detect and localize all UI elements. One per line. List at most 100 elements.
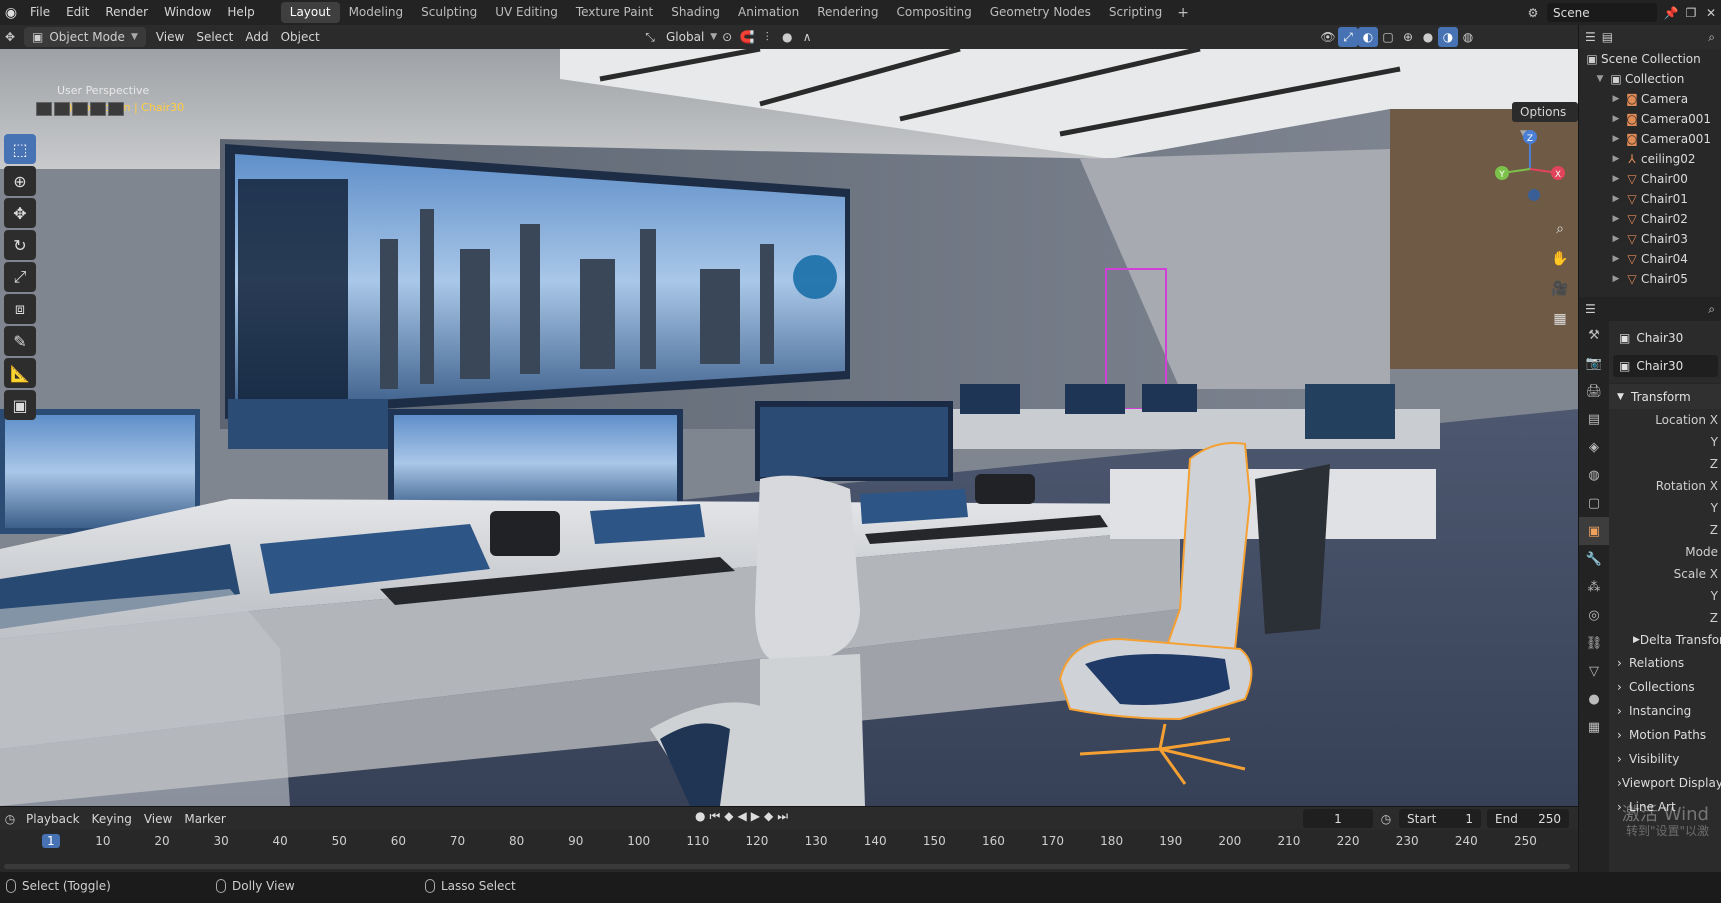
ortho-grid-icon[interactable]: ▦ [1548,307,1572,331]
clock-icon[interactable]: ◷ [1376,809,1396,829]
select-new-icon[interactable] [36,102,52,116]
record-icon[interactable]: ● [695,809,705,824]
scale-tool-icon[interactable]: ⤢ [4,262,36,292]
constraints-tab-icon[interactable]: ⛓ [1579,629,1609,657]
expand-icon[interactable]: ▶ [1609,134,1623,144]
outliner-item[interactable]: ▶ ◙ Camera001 [1579,109,1721,129]
tab-rendering[interactable]: Rendering [808,2,887,23]
start-frame-field[interactable]: Start 1 [1399,809,1481,828]
tab-shading[interactable]: Shading [662,2,729,23]
location-y-field[interactable]: Y [1609,431,1721,453]
add-workspace-icon[interactable]: + [1171,5,1195,21]
editor-type-icon[interactable]: ✥ [0,27,20,47]
physics-tab-icon[interactable]: ◎ [1579,601,1609,629]
pin-icon[interactable]: 📌 [1661,3,1681,23]
rotation-x-field[interactable]: Rotation X [1609,475,1721,497]
play-icon[interactable]: ▶ [751,809,760,824]
panel-motion-paths[interactable]: › Motion Paths [1609,723,1721,747]
timeline-menu-keying[interactable]: Keying [86,809,138,829]
outliner-item[interactable]: ▶ ▽ Chair01 [1579,189,1721,209]
tab-layout[interactable]: Layout [280,2,340,23]
blender-logo-icon[interactable]: ◉ [0,0,22,25]
material-tab-icon[interactable]: ● [1579,685,1609,713]
world-tab-icon[interactable]: ◍ [1579,461,1609,489]
collection-tab-icon[interactable]: ▢ [1579,489,1609,517]
tool-tab-icon[interactable]: ⚒ [1579,321,1609,349]
timeline-menu-playback[interactable]: Playback [20,809,86,829]
gizmo-toggle-icon[interactable]: ⤢ [1338,27,1358,47]
jump-end-icon[interactable]: ⏭ [777,809,788,824]
scale-x-field[interactable]: Scale X [1609,563,1721,585]
expand-icon[interactable]: ▶ [1609,234,1623,244]
measure-tool-icon[interactable]: 📐 [4,358,36,388]
outliner-item[interactable]: ▶ ▽ Chair02 [1579,209,1721,229]
outliner-item[interactable]: ▶ ▽ Chair04 [1579,249,1721,269]
display-mode-icon[interactable]: ▤ [1602,30,1613,44]
select-subtract-icon[interactable] [72,102,88,116]
timeline-ruler[interactable]: 1 10 20 30 40 50 60 70 80 90 100 110 120 130 140 150 160… [0,830,1578,872]
play-reverse-icon[interactable]: ◀ [738,809,747,824]
timeline-scrollbar[interactable] [4,864,1570,869]
tab-scripting[interactable]: Scripting [1100,2,1171,23]
object-name-field[interactable]: ▣ Chair30 [1613,355,1718,377]
transform-tool-icon[interactable]: ⧈ [4,294,36,324]
output-tab-icon[interactable]: 🖨 [1579,377,1609,405]
expand-icon[interactable]: ▶ [1609,274,1623,284]
scene-icon[interactable]: ⚙ [1523,3,1543,23]
mode-dropdown[interactable]: ▣ Object Mode ▼ [24,27,146,47]
scene-name-field[interactable]: Scene [1547,3,1657,22]
render-tab-icon[interactable]: 📷 [1579,349,1609,377]
scale-z-field[interactable]: Z [1609,607,1721,629]
texture-tab-icon[interactable]: ▦ [1579,713,1609,741]
expand-icon[interactable]: ▶ [1609,194,1623,204]
particles-tab-icon[interactable]: ⁂ [1579,573,1609,601]
outliner-item[interactable]: ▶ ◙ Camera001 [1579,129,1721,149]
xray-icon[interactable]: ▢ [1378,27,1398,47]
data-tab-icon[interactable]: ▽ [1579,657,1609,685]
move-tool-icon[interactable]: ✥ [4,198,36,228]
outliner-item[interactable]: ▶ ⅄ ceiling02 [1579,149,1721,169]
tab-geometry-nodes[interactable]: Geometry Nodes [981,2,1100,23]
jump-start-icon[interactable]: ⏮ [709,809,720,824]
expand-icon[interactable]: ▶ [1609,114,1623,124]
rotation-y-field[interactable]: Y [1609,497,1721,519]
viewport-menu-add[interactable]: Add [239,27,274,47]
timeline-menu-marker[interactable]: Marker [178,809,231,829]
scene-tab-icon[interactable]: ◈ [1579,433,1609,461]
transform-panel-header[interactable]: ▼ Transform [1609,383,1721,409]
falloff-icon[interactable]: ∧ [797,27,817,47]
panel-collections[interactable]: › Collections [1609,675,1721,699]
viewport-menu-object[interactable]: Object [275,27,326,47]
panel-instancing[interactable]: › Instancing [1609,699,1721,723]
viewport-menu-view[interactable]: View [150,27,190,47]
delta-transform-row[interactable]: ▶ Delta Transfor [1609,629,1721,651]
wireframe-shading-icon[interactable]: ⊕ [1398,27,1418,47]
rotation-z-field[interactable]: Z [1609,519,1721,541]
navigation-gizmo[interactable]: Z X Y [1490,129,1570,209]
options-dropdown[interactable]: Options ▼ [1512,102,1578,139]
zoom-icon[interactable]: ⌕ [1548,217,1572,241]
timeline-menu-view[interactable]: View [138,809,178,829]
location-x-field[interactable]: Location X [1609,409,1721,431]
filter-icon[interactable]: ⌕ [1708,30,1715,45]
expand-icon[interactable]: ▶ [1609,254,1623,264]
outliner-editor-icon[interactable]: ☰ [1585,30,1596,44]
object-tab-icon[interactable]: ▣ [1579,517,1609,545]
proportional-edit-icon[interactable]: ● [777,27,797,47]
menu-file[interactable]: File [22,0,58,25]
properties-editor-icon[interactable]: ☰ [1585,302,1596,316]
select-invert-icon[interactable] [90,102,106,116]
pivot-icon[interactable]: ⊙ [717,27,737,47]
tab-uv-editing[interactable]: UV Editing [486,2,567,23]
add-cube-tool-icon[interactable]: ▣ [4,390,36,420]
solid-shading-icon[interactable]: ● [1418,27,1438,47]
cursor-tool-icon[interactable]: ⊕ [4,166,36,196]
tab-sculpting[interactable]: Sculpting [412,2,486,23]
outliner-item[interactable]: ▶ ▽ Chair00 [1579,169,1721,189]
select-box-tool-icon[interactable]: ⬚ [4,134,36,164]
viewport-menu-select[interactable]: Select [190,27,239,47]
orientation-dropdown[interactable]: Global [660,27,710,47]
select-extend-icon[interactable] [54,102,70,116]
camera-view-icon[interactable]: 🎥 [1548,277,1572,301]
current-frame-field[interactable]: 1 [1303,809,1373,828]
